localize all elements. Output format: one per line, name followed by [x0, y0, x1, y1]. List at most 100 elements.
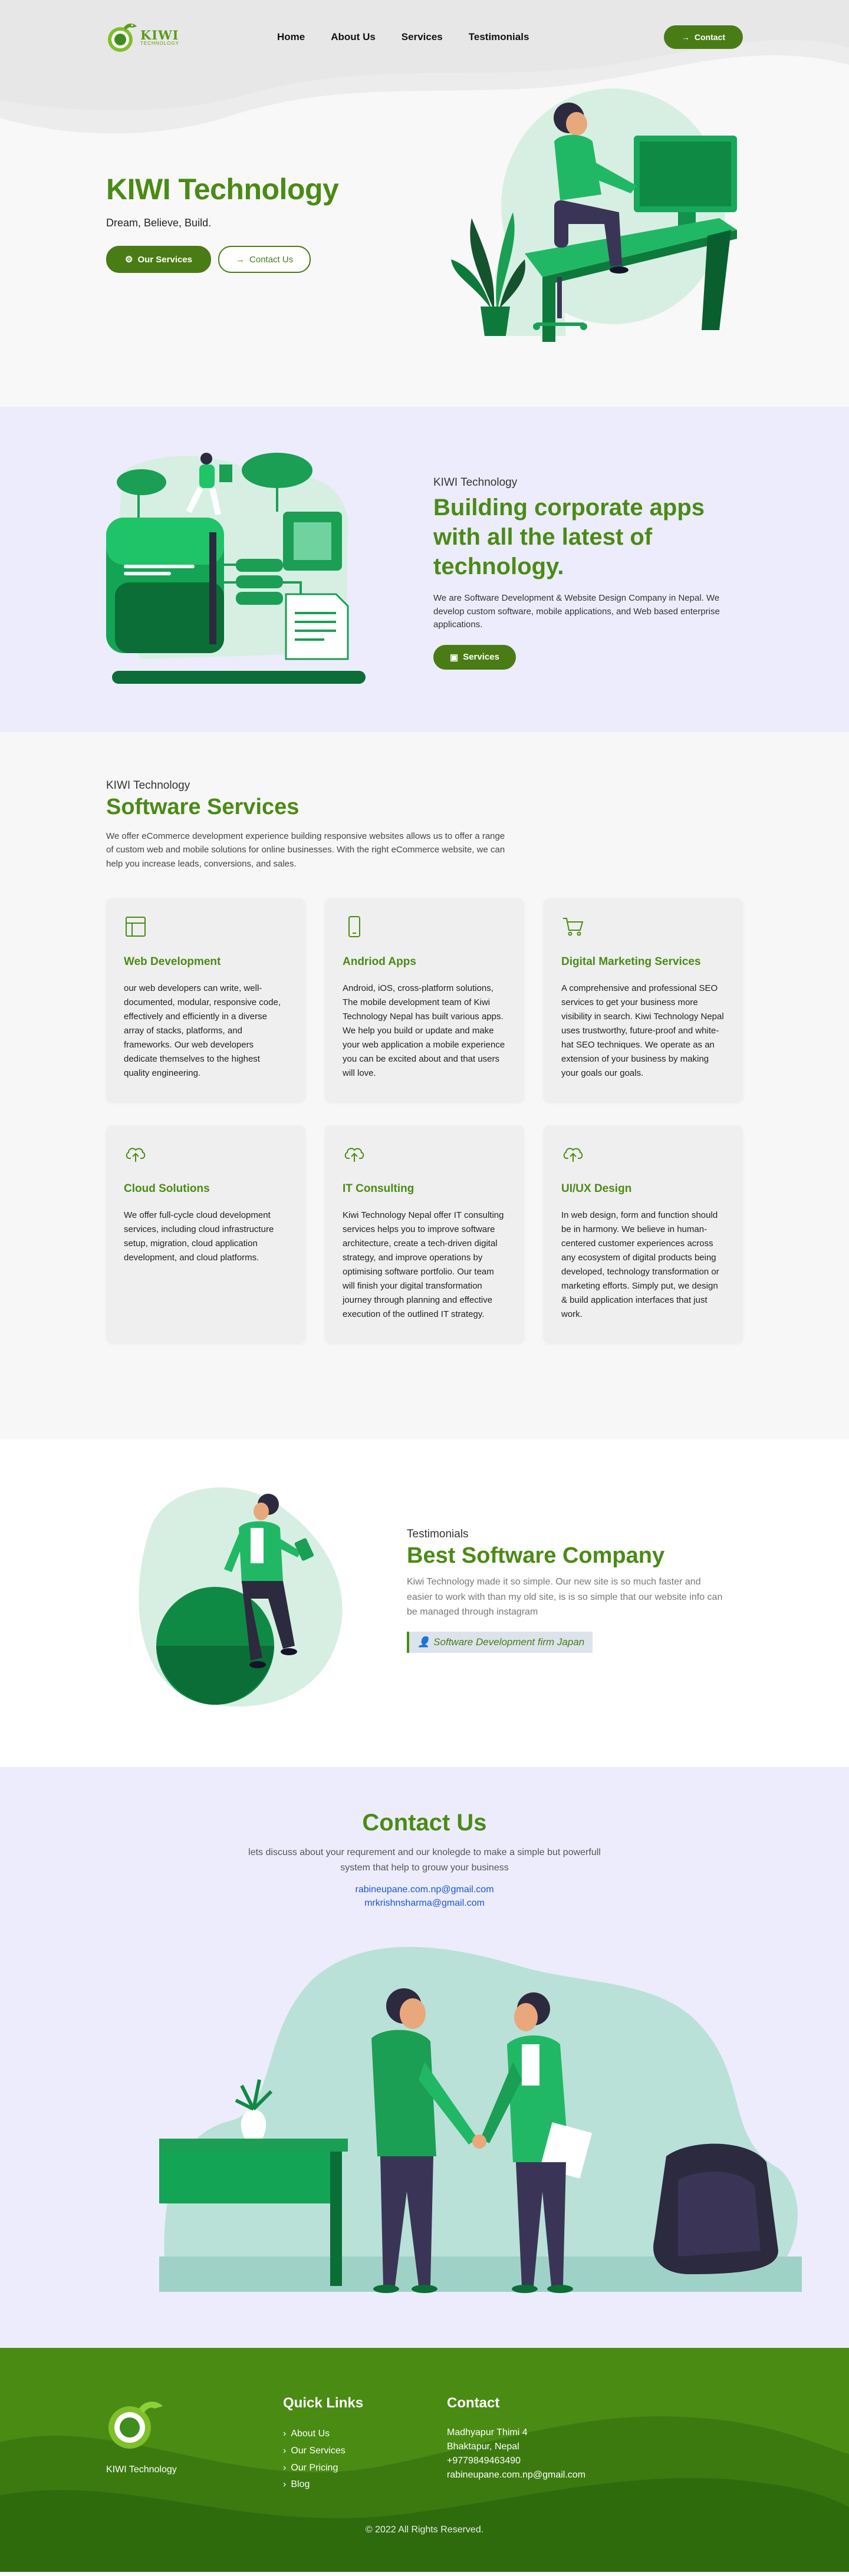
contact-title: Contact Us	[362, 1810, 487, 1836]
contact-email-link[interactable]: mrkrishnsharma@gmail.com	[0, 1896, 849, 1910]
about-services-button[interactable]: ▣ Services	[433, 644, 516, 670]
footer-link-label: Our Services	[291, 2445, 345, 2456]
hero-content: KIWI Technology Dream, Believe, Build. ⚙…	[106, 172, 377, 273]
contact-us-label: Contact Us	[249, 254, 294, 265]
footer-link-pricing[interactable]: › Our Pricing	[283, 2460, 363, 2477]
contact-us-button[interactable]: → Contact Us	[218, 246, 311, 273]
contact-section: Contact Us lets discuss about your requr…	[0, 1767, 849, 2348]
service-card-text: In web design, form and function should …	[561, 1210, 719, 1319]
nav-item-about[interactable]: About Us	[331, 31, 376, 43]
contact-emails: rabineupane.com.np@gmail.com mrkrishnsha…	[0, 1883, 849, 1910]
cloud-upload-icon	[563, 1148, 583, 1162]
arrow-right-icon: →	[681, 32, 690, 42]
footer-contact: Contact Madhyapur Thimi 4 Bhaktapur, Nep…	[447, 2395, 585, 2482]
testimonials-title: Best Software Company	[407, 1543, 665, 1568]
contact-description: lets discuss about your requrement and o…	[248, 1847, 601, 1873]
chevron-right-icon: ›	[283, 2479, 287, 2490]
service-card-it-consulting[interactable]: IT Consulting Kiwi Technology Nepal offe…	[325, 1125, 524, 1343]
cloud-upload-icon	[344, 1148, 364, 1162]
user-icon: 👤	[417, 1636, 430, 1648]
service-card-text: Android, iOS, cross-platform solutions, …	[343, 983, 505, 1078]
testimonials-section: Testimonials Best Software Company Kiwi …	[0, 1439, 849, 1767]
nav-item-home[interactable]: Home	[277, 31, 305, 43]
nav-contact-button[interactable]: → Contact	[663, 25, 743, 49]
service-card-title: UI/UX Design	[561, 1182, 632, 1195]
service-card-title: Digital Marketing Services	[561, 956, 701, 968]
chevron-right-icon: ›	[283, 2462, 287, 2473]
about-content: KIWI Technology Building corporate apps …	[433, 476, 740, 670]
services-description: We offer eCommerce development experienc…	[106, 831, 505, 869]
hero-subtitle: Dream, Believe, Build.	[106, 217, 212, 229]
cart-icon	[563, 918, 584, 936]
service-card-cloud-solutions[interactable]: Cloud Solutions We offer full-cycle clou…	[106, 1125, 305, 1343]
copyright: © 2022 All Rights Reserved.	[365, 2525, 484, 2535]
service-card-digital-marketing[interactable]: Digital Marketing Services A comprehensi…	[544, 898, 743, 1102]
footer-contact-title: Contact	[447, 2395, 500, 2411]
footer-link-services[interactable]: › Our Services	[283, 2443, 363, 2460]
service-card-text: our web developers can write, well-docum…	[124, 983, 281, 1078]
mobile-icon	[348, 916, 360, 937]
service-card-title: Andriod Apps	[343, 956, 416, 968]
chevron-right-icon: ›	[283, 2429, 287, 2439]
nav-contact-label: Contact	[694, 32, 725, 42]
testimonial-quote: Kiwi Technology made it so simple. Our n…	[407, 1577, 723, 1618]
service-card-title: Web Development	[124, 956, 221, 968]
about-title: Building corporate apps with all the lat…	[433, 495, 705, 579]
nav-menu: Home About Us Services Testimonials	[277, 31, 529, 43]
chevron-right-icon: ›	[283, 2445, 287, 2456]
testimonial-content: Testimonials Best Software Company Kiwi …	[407, 1528, 737, 1653]
nav-item-services[interactable]: Services	[402, 31, 443, 43]
footer-quick-links: Quick Links › About Us › Our Services › Our…	[283, 2395, 363, 2493]
layout-icon	[126, 917, 146, 937]
briefcase-icon: ▣	[450, 652, 459, 663]
footer-link-about[interactable]: › About Us	[283, 2426, 363, 2443]
service-card-web-development[interactable]: Web Development our web developers can w…	[106, 898, 305, 1102]
footer-address-line: Madhyapur Thimi 4	[447, 2427, 528, 2437]
contact-email-link[interactable]: rabineupane.com.np@gmail.com	[0, 1883, 849, 1896]
service-cards: Web Development our web developers can w…	[106, 898, 743, 1343]
our-services-label: Our Services	[137, 254, 193, 265]
service-card-title: Cloud Solutions	[124, 1182, 210, 1195]
logo[interactable]: KIWI TECHNOLOGY	[106, 19, 179, 55]
hero-illustration	[451, 88, 737, 342]
quick-links-title: Quick Links	[283, 2395, 364, 2411]
service-card-android-apps[interactable]: Andriod Apps Android, iOS, cross-platfor…	[325, 898, 524, 1102]
footer-phone: +9779849463490	[447, 2456, 521, 2466]
nav-item-testimonials[interactable]: Testimonials	[469, 31, 529, 43]
footer-link-label: About Us	[291, 2429, 330, 2439]
footer: KIWI Technology Quick Links › About Us › O…	[0, 2348, 849, 2572]
services-section: KIWI Technology Software Services We off…	[0, 732, 849, 1439]
service-card-ui-ux-design[interactable]: UI/UX Design In web design, form and fun…	[544, 1125, 743, 1343]
testimonial-illustration	[139, 1487, 343, 1707]
testimonial-author-name: Software Development firm Japan	[433, 1636, 585, 1648]
hero-title: KIWI Technology	[106, 173, 339, 206]
footer-link-blog[interactable]: › Blog	[283, 2476, 363, 2493]
footer-link-label: Our Pricing	[291, 2462, 338, 2473]
our-services-button[interactable]: ⚙ Our Services	[106, 246, 212, 273]
gear-icon: ⚙	[125, 255, 133, 265]
handshake-illustration	[159, 1946, 802, 2293]
services-title: Software Services	[106, 795, 300, 819]
service-card-title: IT Consulting	[343, 1182, 414, 1195]
logo-subtitle: TECHNOLOGY	[140, 40, 180, 46]
hero-section: KIWI TECHNOLOGY Home About Us Services T…	[0, 0, 849, 407]
testimonials-eyebrow: Testimonials	[407, 1528, 469, 1540]
top-nav: KIWI TECHNOLOGY Home About Us Services T…	[106, 18, 743, 57]
service-card-text: We offer full-cycle cloud development se…	[124, 1210, 274, 1263]
service-card-text: Kiwi Technology Nepal offer IT consultin…	[343, 1210, 504, 1319]
service-card-text: A comprehensive and professional SEO ser…	[561, 983, 724, 1078]
arrow-right-icon: →	[236, 254, 245, 265]
testimonial-author: 👤 Software Development firm Japan	[407, 1631, 593, 1653]
about-eyebrow: KIWI Technology	[433, 476, 518, 489]
footer-brand-name: KIWI Technology	[106, 2465, 177, 2475]
footer-link-label: Blog	[291, 2479, 310, 2490]
services-eyebrow: KIWI Technology	[106, 779, 190, 792]
footer-email: rabineupane.com.np@gmail.com	[447, 2470, 586, 2480]
about-section: KIWI Technology Building corporate apps …	[0, 407, 849, 732]
services-header: KIWI Technology Software Services We off…	[106, 779, 519, 871]
about-illustration	[106, 453, 366, 684]
kiwi-logo-icon	[108, 24, 137, 52]
logo-title: KIWI	[140, 27, 179, 42]
kiwi-logo-icon	[108, 2402, 163, 2449]
footer-brand: KIWI Technology	[106, 2398, 177, 2475]
